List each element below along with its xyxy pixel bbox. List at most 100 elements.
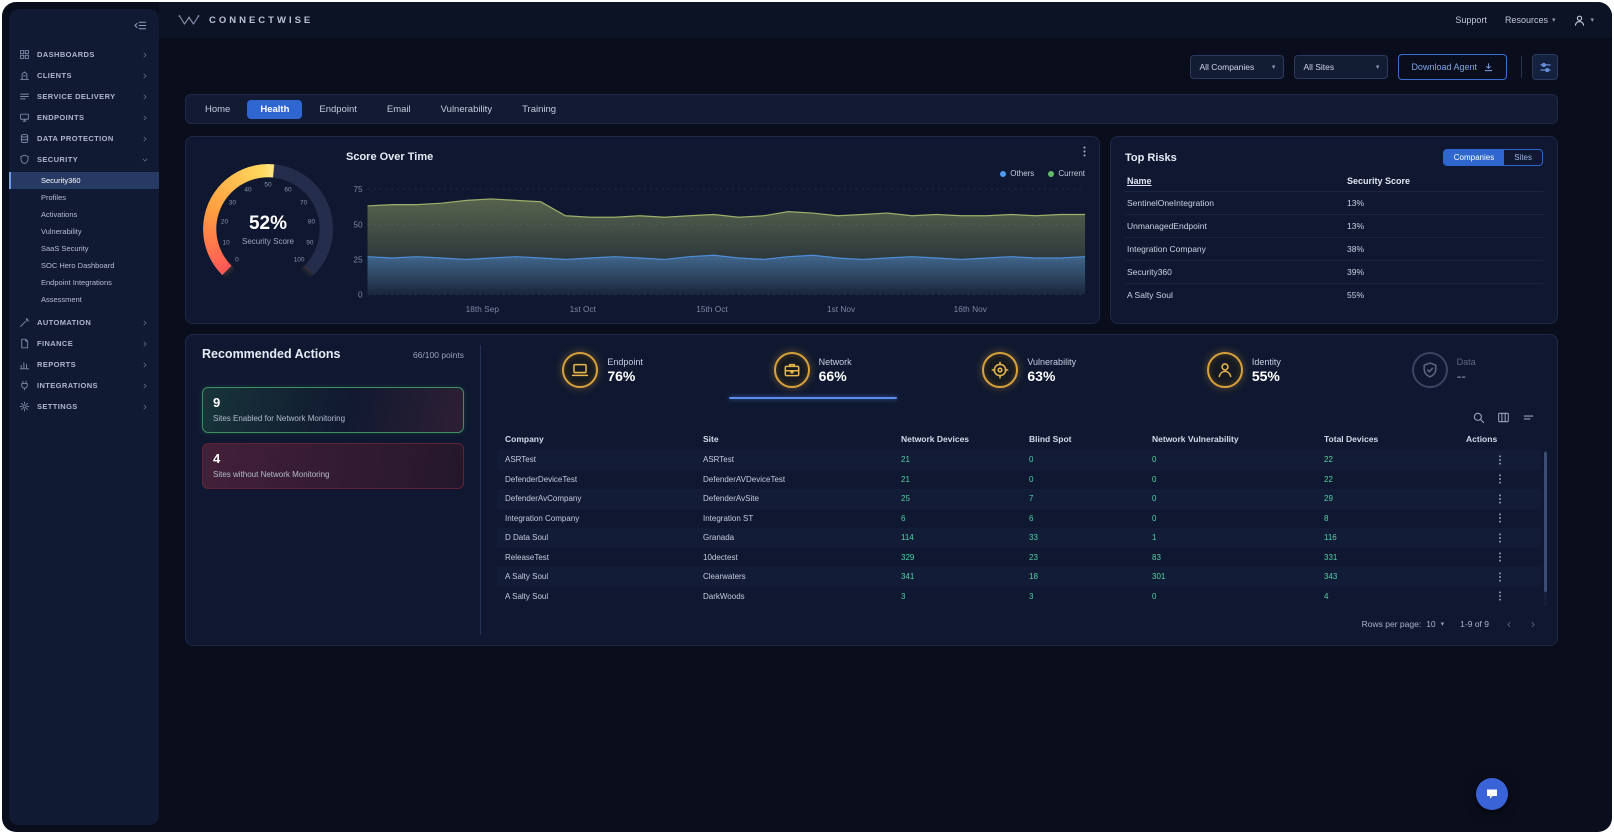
profile-menu[interactable]: ▾ [1573,14,1594,27]
chat-fab-button[interactable] [1476,778,1508,810]
sidebar-item-dashboards[interactable]: DASHBOARDS [9,44,159,65]
sidebar-item-finance[interactable]: FINANCE [9,333,159,354]
stat-sites-without-monitoring[interactable]: 4 Sites without Network Monitoring [202,443,464,489]
points-badge: 66/100 points [413,350,464,360]
row-actions-button[interactable] [1466,571,1533,583]
category-data[interactable]: Data-- [1412,352,1476,388]
sidebar-item-data-protection[interactable]: DATA PROTECTION [9,128,159,149]
category-endpoint[interactable]: Endpoint76% [562,352,643,388]
sidebar-subitem-label: Profiles [41,193,66,202]
sidebar-submenu: Security360 Profiles ActivationsVulnerabil… [9,170,159,312]
legend-dot [1000,171,1006,177]
tab-vulnerability[interactable]: Vulnerability [428,100,505,119]
stat-sites-enabled[interactable]: 9 Sites Enabled for Network Monitoring [202,387,464,433]
row-actions-button[interactable] [1466,532,1533,544]
cell-total-devices: 22 [1324,455,1466,464]
svg-text:15th Oct: 15th Oct [696,304,728,314]
dashboard-settings-button[interactable] [1532,54,1558,80]
sidebar-subitem-activations[interactable]: Activations [9,206,159,223]
sidebar-subitem-soc-hero-dashboard[interactable]: SOC Hero Dashboard [9,257,159,274]
tab-home[interactable]: Home [192,100,243,119]
category-vulnerability[interactable]: Vulnerability63% [982,352,1076,388]
row-actions-button[interactable] [1466,454,1533,466]
brand-name: CONNECTWISE [209,15,313,26]
download-agent-button[interactable]: Download Agent [1398,54,1507,80]
toggle-companies[interactable]: Companies [1444,150,1504,165]
previous-page-button[interactable]: ‹ [1505,617,1513,631]
top-risks-table: SentinelOneIntegration13%UnmanagedEndpoi… [1125,191,1543,306]
network-panel: Endpoint76% Network66% Vulnerability63% Ide… [481,335,1557,645]
sidebar-subitem-vulnerability[interactable]: Vulnerability [9,223,159,240]
table-row: A Salty SoulClearwaters34118301343 [497,567,1541,587]
top-risks-title: Top Risks [1125,152,1177,164]
toolbar-divider [1521,56,1522,78]
sites-filter-select[interactable]: All Sites▾ [1294,55,1388,79]
search-button[interactable] [1472,411,1485,424]
stat-label: Sites without Network Monitoring [213,470,453,479]
sidebar-item-automation[interactable]: AUTOMATION [9,312,159,333]
columns-button[interactable] [1497,411,1510,424]
gear-icon [19,401,30,412]
sidebar-subitem-profiles[interactable]: Profiles [9,189,159,206]
column-header-network-vulnerability[interactable]: Network Vulnerability [1152,434,1324,444]
column-header-actions[interactable]: Actions [1466,434,1533,444]
density-button[interactable] [1522,411,1535,424]
sidebar-item-security[interactable]: SECURITY [9,149,159,170]
support-link[interactable]: Support [1455,15,1487,25]
row-actions-button[interactable] [1466,493,1533,505]
sidebar-item-service-delivery[interactable]: SERVICE DELIVERY [9,86,159,107]
category-network[interactable]: Network66% [774,352,852,388]
row-actions-button[interactable] [1466,551,1533,563]
sidebar-subitem-endpoint-integrations[interactable]: Endpoint Integrations [9,274,159,291]
table-scrollbar[interactable] [1544,450,1547,606]
row-actions-button[interactable] [1466,512,1533,524]
main-content: All Companies▾ All Sites▾ Download Agent… [159,38,1612,832]
column-header-total-devices[interactable]: Total Devices [1324,434,1466,444]
table-row: Integration CompanyIntegration ST6608 [497,509,1541,529]
column-header-blind-spot[interactable]: Blind Spot [1029,434,1152,444]
svg-text:25: 25 [353,254,363,264]
sidebar-item-settings[interactable]: SETTINGS [9,396,159,417]
column-header-site[interactable]: Site [703,434,901,444]
cell-network-vulnerability: 0 [1152,475,1324,484]
cell-network-vulnerability: 0 [1152,494,1324,503]
sidebar-collapse-button[interactable] [134,19,147,32]
row-actions-button[interactable] [1466,473,1533,485]
sidebar-subitem-saas-security[interactable]: SaaS Security [9,240,159,257]
sidebar-item-reports[interactable]: REPORTS [9,354,159,375]
resources-menu[interactable]: Resources▾ [1505,15,1556,25]
companies-filter-select[interactable]: All Companies▾ [1190,55,1284,79]
scrollbar-thumb[interactable] [1544,452,1547,592]
kebab-icon [1494,493,1506,505]
sidebar-item-clients[interactable]: CLIENTS [9,65,159,86]
sidebar-subitem-security360[interactable]: Security360 [9,172,159,189]
sidebar-subitem-assessment[interactable]: Assessment [9,291,159,308]
cell-company: DefenderAvCompany [505,494,703,503]
next-page-button[interactable]: › [1529,617,1537,631]
cell-site: 10dectest [703,553,901,562]
risk-name: Security360 [1127,267,1347,277]
card-menu-button[interactable] [1078,145,1091,158]
toggle-sites[interactable]: Sites [1504,150,1542,165]
svg-text:50: 50 [353,219,363,229]
risks-scope-toggle: CompaniesSites [1443,149,1543,166]
rows-per-page-select[interactable]: Rows per page: 10 ▾ [1362,619,1445,629]
sidebar-item-endpoints[interactable]: ENDPOINTS [9,107,159,128]
column-header-company[interactable]: Company [505,434,703,444]
person-icon [1573,14,1586,27]
category-identity[interactable]: Identity55% [1207,352,1281,388]
tab-endpoint[interactable]: Endpoint [306,100,370,119]
tab-training[interactable]: Training [509,100,569,119]
tab-email[interactable]: Email [374,100,424,119]
cell-blind-spot: 3 [1029,592,1152,601]
row-actions-button[interactable] [1466,590,1533,602]
cell-company: Integration Company [505,514,703,523]
risk-row: Integration Company38% [1125,237,1543,260]
cell-site: DefenderAvSite [703,494,901,503]
sidebar-item-integrations[interactable]: INTEGRATIONS [9,375,159,396]
column-header-network-devices[interactable]: Network Devices [901,434,1029,444]
column-header-name[interactable]: Name [1127,176,1347,186]
cell-total-devices: 8 [1324,514,1466,523]
sidebar-item-label: CLIENTS [37,71,72,80]
tab-health[interactable]: Health [247,100,302,119]
